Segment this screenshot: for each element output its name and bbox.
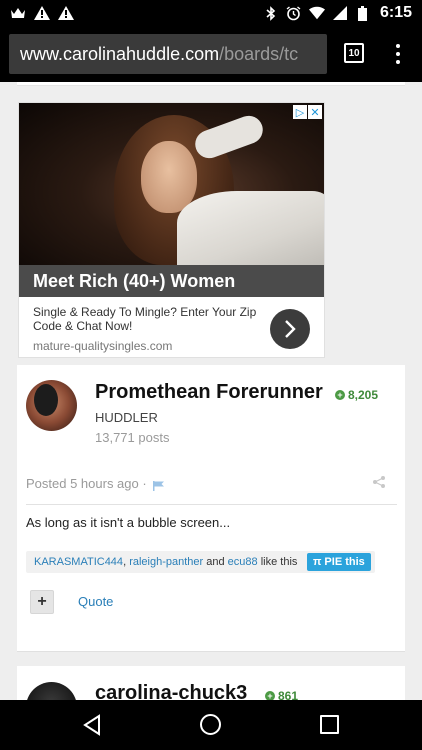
chevron-right-icon xyxy=(285,320,296,338)
warning-icon xyxy=(34,5,50,21)
clock-time: 6:15 xyxy=(379,4,412,21)
plus-circle-icon: + xyxy=(335,390,345,400)
forum-post: carolina-chuck3 + 861 xyxy=(17,666,405,700)
avatar[interactable] xyxy=(26,682,77,700)
ad-open-button[interactable] xyxy=(270,309,310,349)
previous-card-edge xyxy=(17,82,405,86)
overflow-menu-icon[interactable] xyxy=(389,41,407,67)
likes-separator: , xyxy=(123,556,127,568)
warning-icon xyxy=(58,5,74,21)
ad-close-icon[interactable]: ✕ xyxy=(308,105,322,119)
likes-and: and xyxy=(206,556,225,568)
recent-apps-icon[interactable] xyxy=(320,715,339,734)
pi-icon: π xyxy=(313,556,322,568)
avatar[interactable] xyxy=(26,380,77,431)
posted-text: Posted 5 hours ago · xyxy=(26,476,147,491)
tab-switcher-button[interactable]: 10 xyxy=(344,43,364,63)
plus-circle-icon: + xyxy=(265,691,275,700)
alarm-icon xyxy=(286,5,302,21)
likes-suffix: like this xyxy=(260,556,298,568)
crown-icon xyxy=(10,5,26,21)
reputation-value: 8,205 xyxy=(348,388,379,402)
flag-icon[interactable] xyxy=(152,479,165,491)
wifi-icon xyxy=(308,5,325,21)
battery-icon xyxy=(355,5,371,21)
status-bar: 6:15 xyxy=(0,0,422,26)
forum-post: Promethean Forerunner + 8,205 HUDDLER 13… xyxy=(17,365,405,652)
home-icon[interactable] xyxy=(200,714,221,735)
page-content: ▷ ✕ Meet Rich (40+) Women Single & Ready… xyxy=(0,82,422,700)
user-post-count: 13,771 posts xyxy=(95,430,170,445)
ad-image[interactable] xyxy=(19,103,324,265)
post-username[interactable]: Promethean Forerunner xyxy=(95,381,323,404)
adchoices-icon[interactable]: ▷ xyxy=(293,105,307,119)
ad-description: Single & Ready To Mingle? Enter Your Zip… xyxy=(33,305,257,333)
ad-choices[interactable]: ▷ ✕ xyxy=(293,105,322,119)
url-bar[interactable]: www.carolinahuddle.com/boards/tc xyxy=(9,34,327,74)
post-divider xyxy=(26,504,397,505)
liker-link[interactable]: ecu88 xyxy=(228,556,258,568)
browser-toolbar: www.carolinahuddle.com/boards/tc 10 xyxy=(0,26,422,82)
post-timestamp: Posted 5 hours ago · xyxy=(26,476,165,491)
url-host: www.carolinahuddle.com xyxy=(20,43,220,64)
user-rank: HUDDLER xyxy=(95,410,158,425)
signal-icon xyxy=(332,5,348,21)
liker-link[interactable]: raleigh-panther xyxy=(129,556,203,568)
bluetooth-icon xyxy=(263,5,279,21)
advertisement[interactable]: ▷ ✕ Meet Rich (40+) Women Single & Ready… xyxy=(18,102,325,358)
url-path: /boards/tc xyxy=(219,43,299,64)
liker-link[interactable]: KARASMATIC444 xyxy=(34,556,123,568)
multiquote-button[interactable]: + xyxy=(30,590,54,614)
post-body: As long as it isn't a bubble screen... xyxy=(26,515,231,530)
ad-domain: mature-qualitysingles.com xyxy=(33,339,173,353)
system-nav-bar xyxy=(0,700,422,750)
pie-this-button[interactable]: π PIE this xyxy=(307,553,371,571)
ad-title[interactable]: Meet Rich (40+) Women xyxy=(19,265,324,297)
quote-link[interactable]: Quote xyxy=(78,594,113,609)
share-icon[interactable] xyxy=(372,475,386,489)
post-username[interactable]: carolina-chuck3 xyxy=(95,682,247,700)
back-icon[interactable] xyxy=(82,714,102,741)
pie-this-label: PIE this xyxy=(324,556,365,568)
reputation-badge: + 861 xyxy=(265,689,298,700)
reputation-value: 861 xyxy=(278,689,299,700)
reputation-badge: + 8,205 xyxy=(335,388,378,402)
